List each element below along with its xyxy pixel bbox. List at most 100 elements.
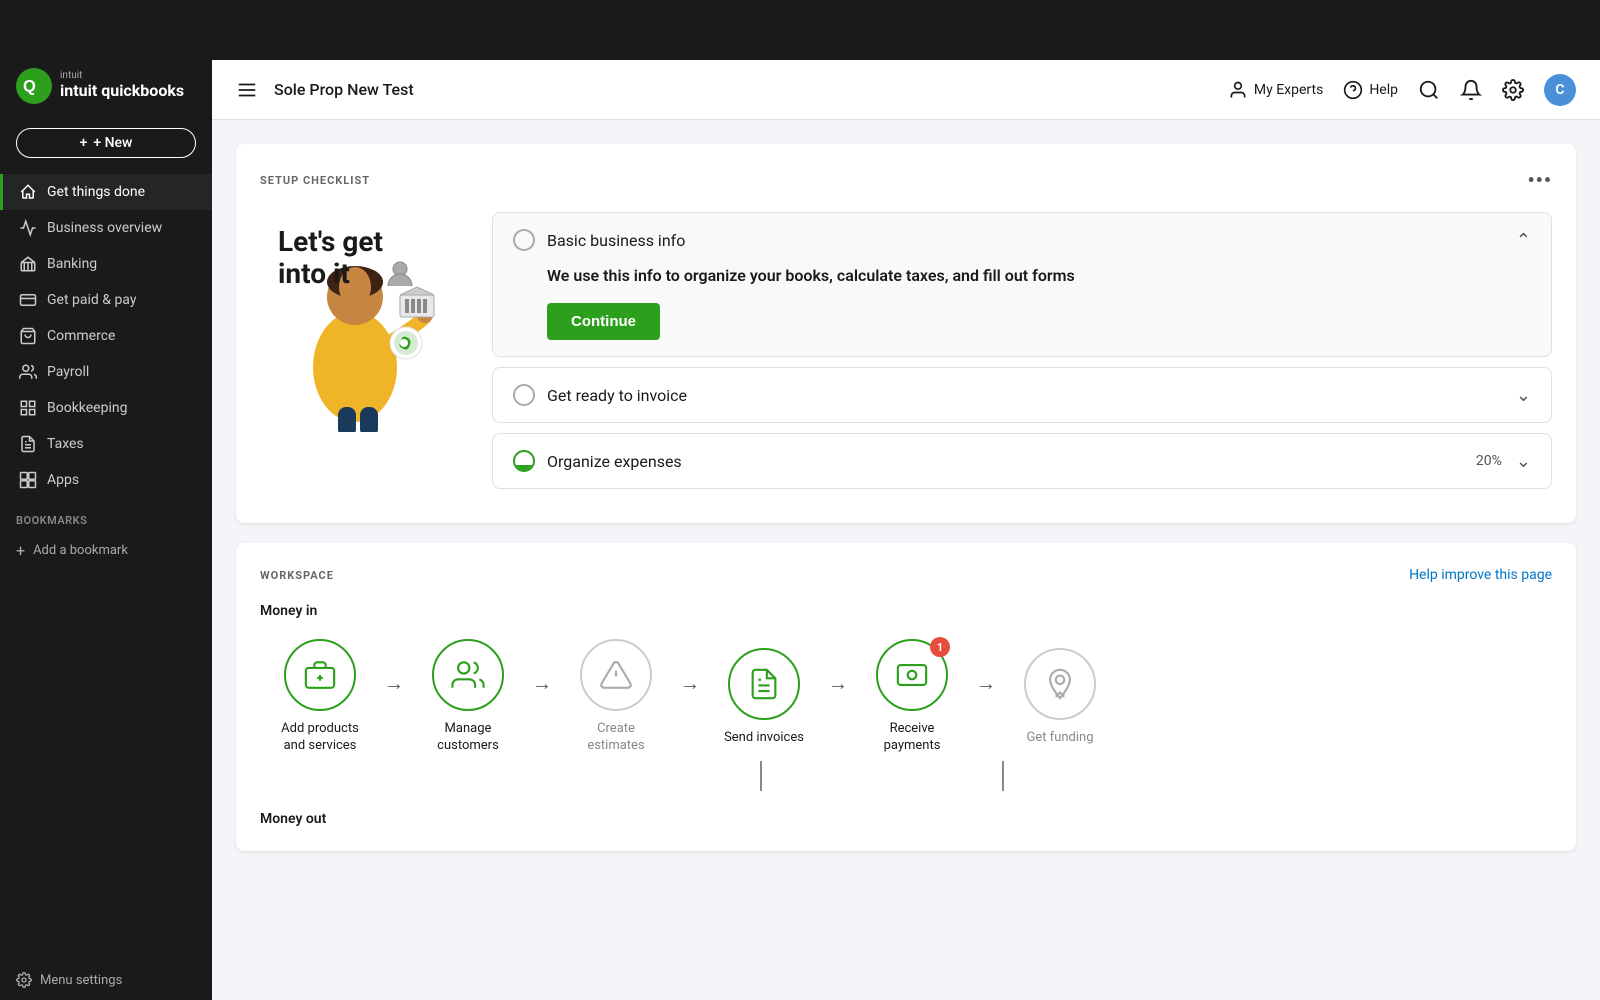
checklist-illustration: Let's get into it [260,212,460,432]
arrow-2: → [532,671,552,724]
menu-settings[interactable]: Menu settings [0,960,212,1000]
workflow-circle-create-estimates [580,639,652,711]
page-title: Sole Prop New Test [274,80,1212,99]
search-icon[interactable] [1418,79,1440,101]
main-layout: Q intuit intuit quickbooks + + New Get t… [0,60,1600,1000]
quickbooks-label: intuit quickbooks [60,81,184,100]
workspace-card: WORKSPACE Help improve this page Money i… [236,543,1576,851]
hamburger-icon[interactable] [236,79,258,101]
help-icon [1343,80,1363,100]
checklist-item-desc-basic: We use this info to organize your books,… [547,265,1531,287]
checklist-heading-line1: Let's get [278,225,383,258]
sidebar-item-get-paid-pay[interactable]: Get paid & pay [0,282,212,318]
workflow-item-get-funding[interactable]: Get funding [1000,648,1120,747]
workspace-header: WORKSPACE Help improve this page [260,567,1552,583]
workflow-item-receive-payments[interactable]: 1 Receivepayments [852,639,972,755]
checklist-header: SETUP CHECKLIST ••• [260,168,1552,192]
apps-icon [19,471,37,489]
settings-icon[interactable] [1502,79,1524,101]
setup-checklist-card: SETUP CHECKLIST ••• [236,144,1576,523]
my-experts-button[interactable]: My Experts [1228,80,1323,100]
workflow-circle-add-products [284,639,356,711]
sidebar-item-label: Bookkeeping [47,400,127,416]
workflow-circle-receive-payments: 1 [876,639,948,711]
products-icon [303,658,337,692]
money-icon [19,291,37,309]
sidebar-item-bookkeeping[interactable]: Bookkeeping [0,390,212,426]
avatar[interactable]: C [1544,74,1576,106]
bookmarks-section-title: BOOKMARKS [0,498,212,533]
money-in-label: Money in [260,603,1552,619]
chevron-down-icon-expenses: ⌄ [1516,451,1531,472]
checklist-item-title-expenses: Organize expenses [547,452,682,471]
sidebar-item-label: Payroll [47,364,89,380]
sidebar-item-label: Apps [47,472,79,488]
checklist-percent-expenses: 20% [1476,453,1502,469]
checklist-heading-line2: into it [278,257,350,290]
sidebar-item-label: Banking [47,256,97,272]
commerce-icon [19,327,37,345]
sidebar-item-payroll[interactable]: Payroll [0,354,212,390]
sidebar-item-label: Taxes [47,436,84,452]
topbar [0,0,1600,60]
bookkeeping-icon [19,399,37,417]
checklist-heading: Let's get into it [278,226,383,290]
sidebar-item-label: Get paid & pay [47,292,136,308]
person-icon [1228,80,1248,100]
sidebar-item-banking[interactable]: Banking [0,246,212,282]
checklist-item-title-basic: Basic business info [547,231,685,250]
estimates-icon [599,658,633,692]
arrow-1: → [384,671,404,724]
workflow-label-receive-payments: Receivepayments [884,721,941,755]
bell-icon[interactable] [1460,79,1482,101]
header-actions: My Experts Help C [1228,74,1576,106]
sidebar-item-label: Business overview [47,220,162,236]
taxes-icon [19,435,37,453]
funding-icon [1043,667,1077,701]
gear-icon [16,972,32,988]
workflow-item-send-invoices[interactable]: Send invoices [704,648,824,747]
home-icon [19,183,37,201]
send-invoices-indicator [760,761,762,791]
workflow-item-create-estimates[interactable]: Createestimates [556,639,676,755]
new-button[interactable]: + + New [16,128,196,158]
checklist-item-left-invoice: Get ready to invoice [513,384,687,406]
indicator-line-2 [1002,761,1004,791]
payroll-icon [19,363,37,381]
checklist-item-right-expenses: 20% ⌄ [1476,451,1531,472]
radio-circle-expenses [513,450,535,472]
workspace-label: WORKSPACE [260,569,334,582]
plus-icon-bookmark: + [16,541,25,560]
sidebar-item-get-things-done[interactable]: Get things done [0,174,212,210]
checklist-item-header-basic[interactable]: Basic business info ⌃ [513,229,1531,251]
help-button[interactable]: Help [1343,80,1398,100]
sidebar-item-apps[interactable]: Apps [0,462,212,498]
checklist-items: Basic business info ⌃ We use this info t… [492,212,1552,499]
workflow-item-manage-customers[interactable]: Managecustomers [408,639,528,755]
add-bookmark[interactable]: + Add a bookmark [0,533,212,568]
sidebar-item-commerce[interactable]: Commerce [0,318,212,354]
checklist-item-basic-info: Basic business info ⌃ We use this info t… [492,212,1552,357]
checklist-item-title-invoice: Get ready to invoice [547,386,687,405]
help-improve-link[interactable]: Help improve this page [1409,567,1552,583]
logo: Q intuit intuit quickbooks [0,68,212,104]
add-bookmark-label: Add a bookmark [33,543,128,558]
checklist-item-left-expenses: Organize expenses [513,450,682,472]
chevron-down-icon-invoice: ⌄ [1516,385,1531,406]
sidebar-item-taxes[interactable]: Taxes [0,426,212,462]
arrow-5: → [976,671,996,724]
workflow-item-add-products[interactable]: Add productsand services [260,639,380,755]
chart-icon [19,219,37,237]
continue-button[interactable]: Continue [547,303,660,340]
workflow-row: Add productsand services → [260,639,1552,755]
checklist-item-header-expenses[interactable]: Organize expenses 20% ⌄ [513,450,1531,472]
sidebar-item-label: Commerce [47,328,115,344]
badge-receive-payments: 1 [930,637,950,657]
more-options-button[interactable]: ••• [1527,168,1552,192]
sidebar-item-business-overview[interactable]: Business overview [0,210,212,246]
workflow-circle-get-funding [1024,648,1096,720]
sidebar-item-label: Get things done [47,184,145,200]
checklist-item-header-invoice[interactable]: Get ready to invoice ⌄ [513,384,1531,406]
checklist-item-content-basic: We use this info to organize your books,… [513,265,1531,340]
page-content: SETUP CHECKLIST ••• [212,120,1600,1000]
